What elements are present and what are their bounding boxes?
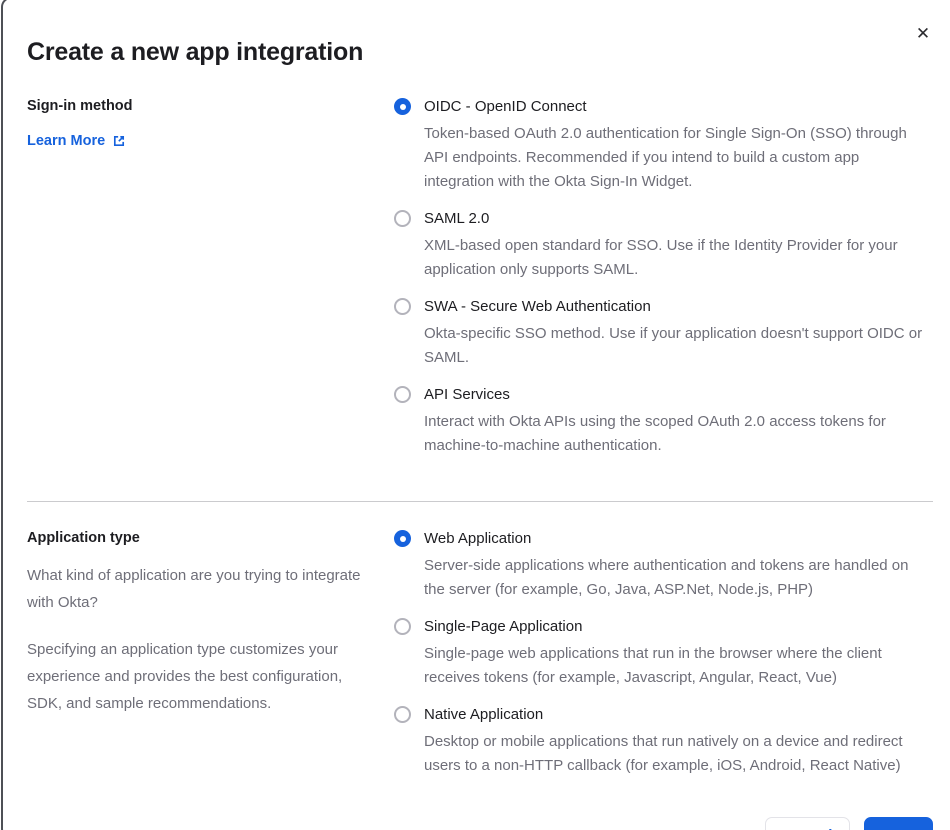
radio-button[interactable]: [394, 210, 411, 227]
next-button[interactable]: Next: [864, 817, 933, 830]
radio-option-description: Token-based OAuth 2.0 authentication for…: [424, 125, 907, 190]
cancel-button[interactable]: Cancel: [765, 817, 851, 830]
radio-option-description: Single-page web applications that run in…: [424, 645, 882, 686]
radio-button[interactable]: [394, 530, 411, 547]
radio-button[interactable]: [394, 298, 411, 315]
learn-more-link[interactable]: Learn More: [27, 133, 126, 149]
radio-option-single-page-application: Single-Page Application Single-page web …: [394, 618, 933, 690]
radio-option-label[interactable]: API Services: [424, 386, 926, 403]
radio-button[interactable]: [394, 98, 411, 115]
signin-method-label: Sign-in method: [27, 98, 133, 114]
external-link-icon: [112, 134, 126, 148]
create-app-integration-modal: Create a new app integration ✕ Sign-in m…: [1, 0, 950, 830]
radio-option-label[interactable]: SAML 2.0: [424, 210, 926, 227]
radio-button[interactable]: [394, 386, 411, 403]
radio-option-oidc: OIDC - OpenID Connect Token-based OAuth …: [394, 98, 933, 194]
radio-button[interactable]: [394, 706, 411, 723]
radio-option-saml: SAML 2.0 XML-based open standard for SSO…: [394, 210, 933, 282]
page-title: Create a new app integration: [27, 38, 364, 66]
close-icon[interactable]: ✕: [913, 24, 933, 44]
radio-option-description: Server-side applications where authentic…: [424, 557, 909, 598]
radio-option-description: Okta-specific SSO method. Use if your ap…: [424, 325, 923, 366]
radio-option-api-services: API Services Interact with Okta APIs usi…: [394, 386, 933, 458]
radio-option-native-application: Native Application Desktop or mobile app…: [394, 706, 933, 778]
radio-option-description: Interact with Okta APIs using the scoped…: [424, 413, 886, 454]
radio-option-label[interactable]: Native Application: [424, 706, 926, 723]
modal-footer: Cancel Next: [3, 778, 950, 830]
radio-option-web-application: Web Application Server-side applications…: [394, 530, 933, 602]
learn-more-label: Learn More: [27, 133, 106, 149]
apptype-paragraph: What kind of application are you trying …: [27, 567, 361, 611]
section-divider: [27, 501, 933, 502]
radio-option-label[interactable]: Single-Page Application: [424, 618, 926, 635]
radio-button[interactable]: [394, 618, 411, 635]
apptype-left-column: Application type What kind of applicatio…: [27, 530, 385, 778]
modal-header: Create a new app integration ✕: [3, 2, 950, 67]
radio-option-label[interactable]: Web Application: [424, 530, 926, 547]
application-type-section: Application type What kind of applicatio…: [3, 530, 950, 778]
application-type-label: Application type: [27, 530, 140, 546]
radio-option-description: Desktop or mobile applications that run …: [424, 733, 903, 774]
signin-options: OIDC - OpenID Connect Token-based OAuth …: [394, 98, 933, 458]
apptype-paragraph: Specifying an application type customize…: [27, 641, 343, 712]
radio-option-label[interactable]: OIDC - OpenID Connect: [424, 98, 926, 115]
radio-option-label[interactable]: SWA - Secure Web Authentication: [424, 298, 926, 315]
apptype-options: Web Application Server-side applications…: [394, 530, 933, 778]
radio-option-swa: SWA - Secure Web Authentication Okta-spe…: [394, 298, 933, 370]
radio-option-description: XML-based open standard for SSO. Use if …: [424, 237, 898, 278]
signin-left-column: Sign-in method Learn More: [27, 98, 385, 458]
signin-method-section: Sign-in method Learn More OIDC - OpenID …: [3, 98, 950, 458]
